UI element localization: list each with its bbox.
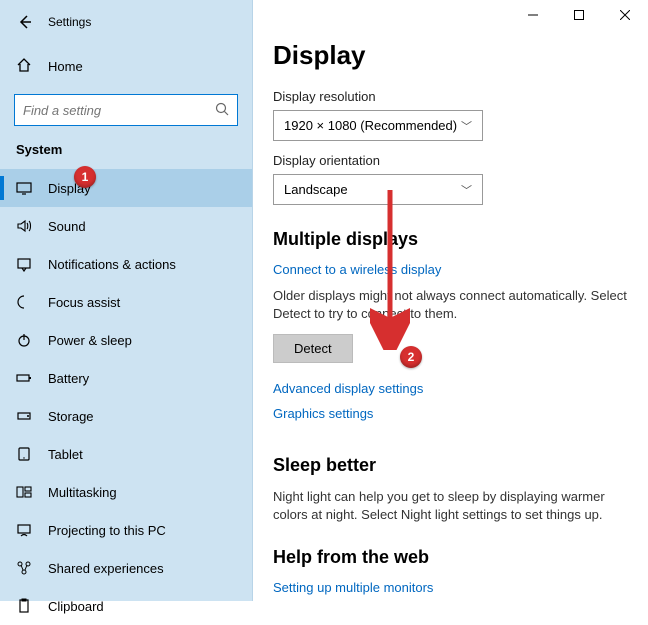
sidebar: Settings Home System Display Sound Notif… — [0, 0, 253, 601]
search-input[interactable] — [14, 94, 238, 126]
sidebar-item-label: Projecting to this PC — [48, 523, 166, 538]
sidebar-item-clipboard[interactable]: Clipboard — [0, 587, 252, 625]
display-icon — [16, 180, 40, 196]
sidebar-item-shared-experiences[interactable]: Shared experiences — [0, 549, 252, 587]
sidebar-item-label: Battery — [48, 371, 89, 386]
annotation-badge-2: 2 — [400, 346, 422, 368]
chevron-down-icon: ﹀ — [461, 118, 472, 134]
sidebar-item-storage[interactable]: Storage — [0, 397, 252, 435]
back-button[interactable] — [10, 14, 40, 30]
sleep-better-text: Night light can help you get to sleep by… — [273, 488, 628, 523]
sidebar-item-label: Notifications & actions — [48, 257, 176, 272]
graphics-settings-link[interactable]: Graphics settings — [273, 406, 628, 421]
home-label: Home — [48, 59, 83, 74]
notifications-icon — [16, 256, 40, 272]
annotation-badge-1: 1 — [74, 166, 96, 188]
category-label: System — [0, 142, 252, 157]
sidebar-item-label: Focus assist — [48, 295, 120, 310]
window-title: Settings — [48, 15, 91, 29]
search-field[interactable] — [23, 103, 215, 118]
sidebar-item-notifications[interactable]: Notifications & actions — [0, 245, 252, 283]
older-displays-text: Older displays might not always connect … — [273, 287, 628, 322]
sidebar-item-label: Multitasking — [48, 485, 117, 500]
home-icon — [16, 57, 40, 76]
sidebar-item-power-sleep[interactable]: Power & sleep — [0, 321, 252, 359]
sidebar-item-label: Power & sleep — [48, 333, 132, 348]
search-icon — [215, 102, 229, 119]
sidebar-item-tablet[interactable]: Tablet — [0, 435, 252, 473]
sidebar-item-label: Sound — [48, 219, 86, 234]
orientation-label: Display orientation — [273, 153, 628, 168]
minimize-button[interactable] — [510, 0, 556, 30]
connect-wireless-link[interactable]: Connect to a wireless display — [273, 262, 628, 277]
resolution-value: 1920 × 1080 (Recommended) — [284, 118, 457, 133]
detect-button[interactable]: Detect — [273, 334, 353, 363]
multitasking-icon — [16, 484, 40, 500]
storage-icon — [16, 408, 40, 424]
power-icon — [16, 332, 40, 348]
resolution-dropdown[interactable]: 1920 × 1080 (Recommended) ﹀ — [273, 110, 483, 141]
sound-icon — [16, 218, 40, 234]
content-area: Display Display resolution 1920 × 1080 (… — [253, 0, 648, 601]
multiple-displays-heading: Multiple displays — [273, 229, 628, 250]
orientation-dropdown[interactable]: Landscape ﹀ — [273, 174, 483, 205]
sleep-better-heading: Sleep better — [273, 455, 628, 476]
battery-icon — [16, 370, 40, 386]
home-nav[interactable]: Home — [0, 48, 252, 84]
sidebar-item-label: Storage — [48, 409, 94, 424]
sidebar-item-label: Tablet — [48, 447, 83, 462]
sidebar-item-display[interactable]: Display — [0, 169, 252, 207]
resolution-label: Display resolution — [273, 89, 628, 104]
help-link-multiple-monitors[interactable]: Setting up multiple monitors — [273, 580, 628, 595]
tablet-icon — [16, 446, 40, 462]
sidebar-item-battery[interactable]: Battery — [0, 359, 252, 397]
clipboard-icon — [16, 598, 40, 614]
sidebar-item-sound[interactable]: Sound — [0, 207, 252, 245]
projecting-icon — [16, 522, 40, 538]
shared-experiences-icon — [16, 560, 40, 576]
sidebar-item-multitasking[interactable]: Multitasking — [0, 473, 252, 511]
page-title: Display — [273, 40, 628, 71]
help-from-web-heading: Help from the web — [273, 547, 628, 568]
close-button[interactable] — [602, 0, 648, 30]
sidebar-item-label: Shared experiences — [48, 561, 164, 576]
orientation-value: Landscape — [284, 182, 348, 197]
focus-assist-icon — [16, 294, 40, 310]
sidebar-item-projecting[interactable]: Projecting to this PC — [0, 511, 252, 549]
chevron-down-icon: ﹀ — [461, 182, 472, 198]
maximize-button[interactable] — [556, 0, 602, 30]
advanced-display-settings-link[interactable]: Advanced display settings — [273, 381, 628, 396]
sidebar-item-focus-assist[interactable]: Focus assist — [0, 283, 252, 321]
